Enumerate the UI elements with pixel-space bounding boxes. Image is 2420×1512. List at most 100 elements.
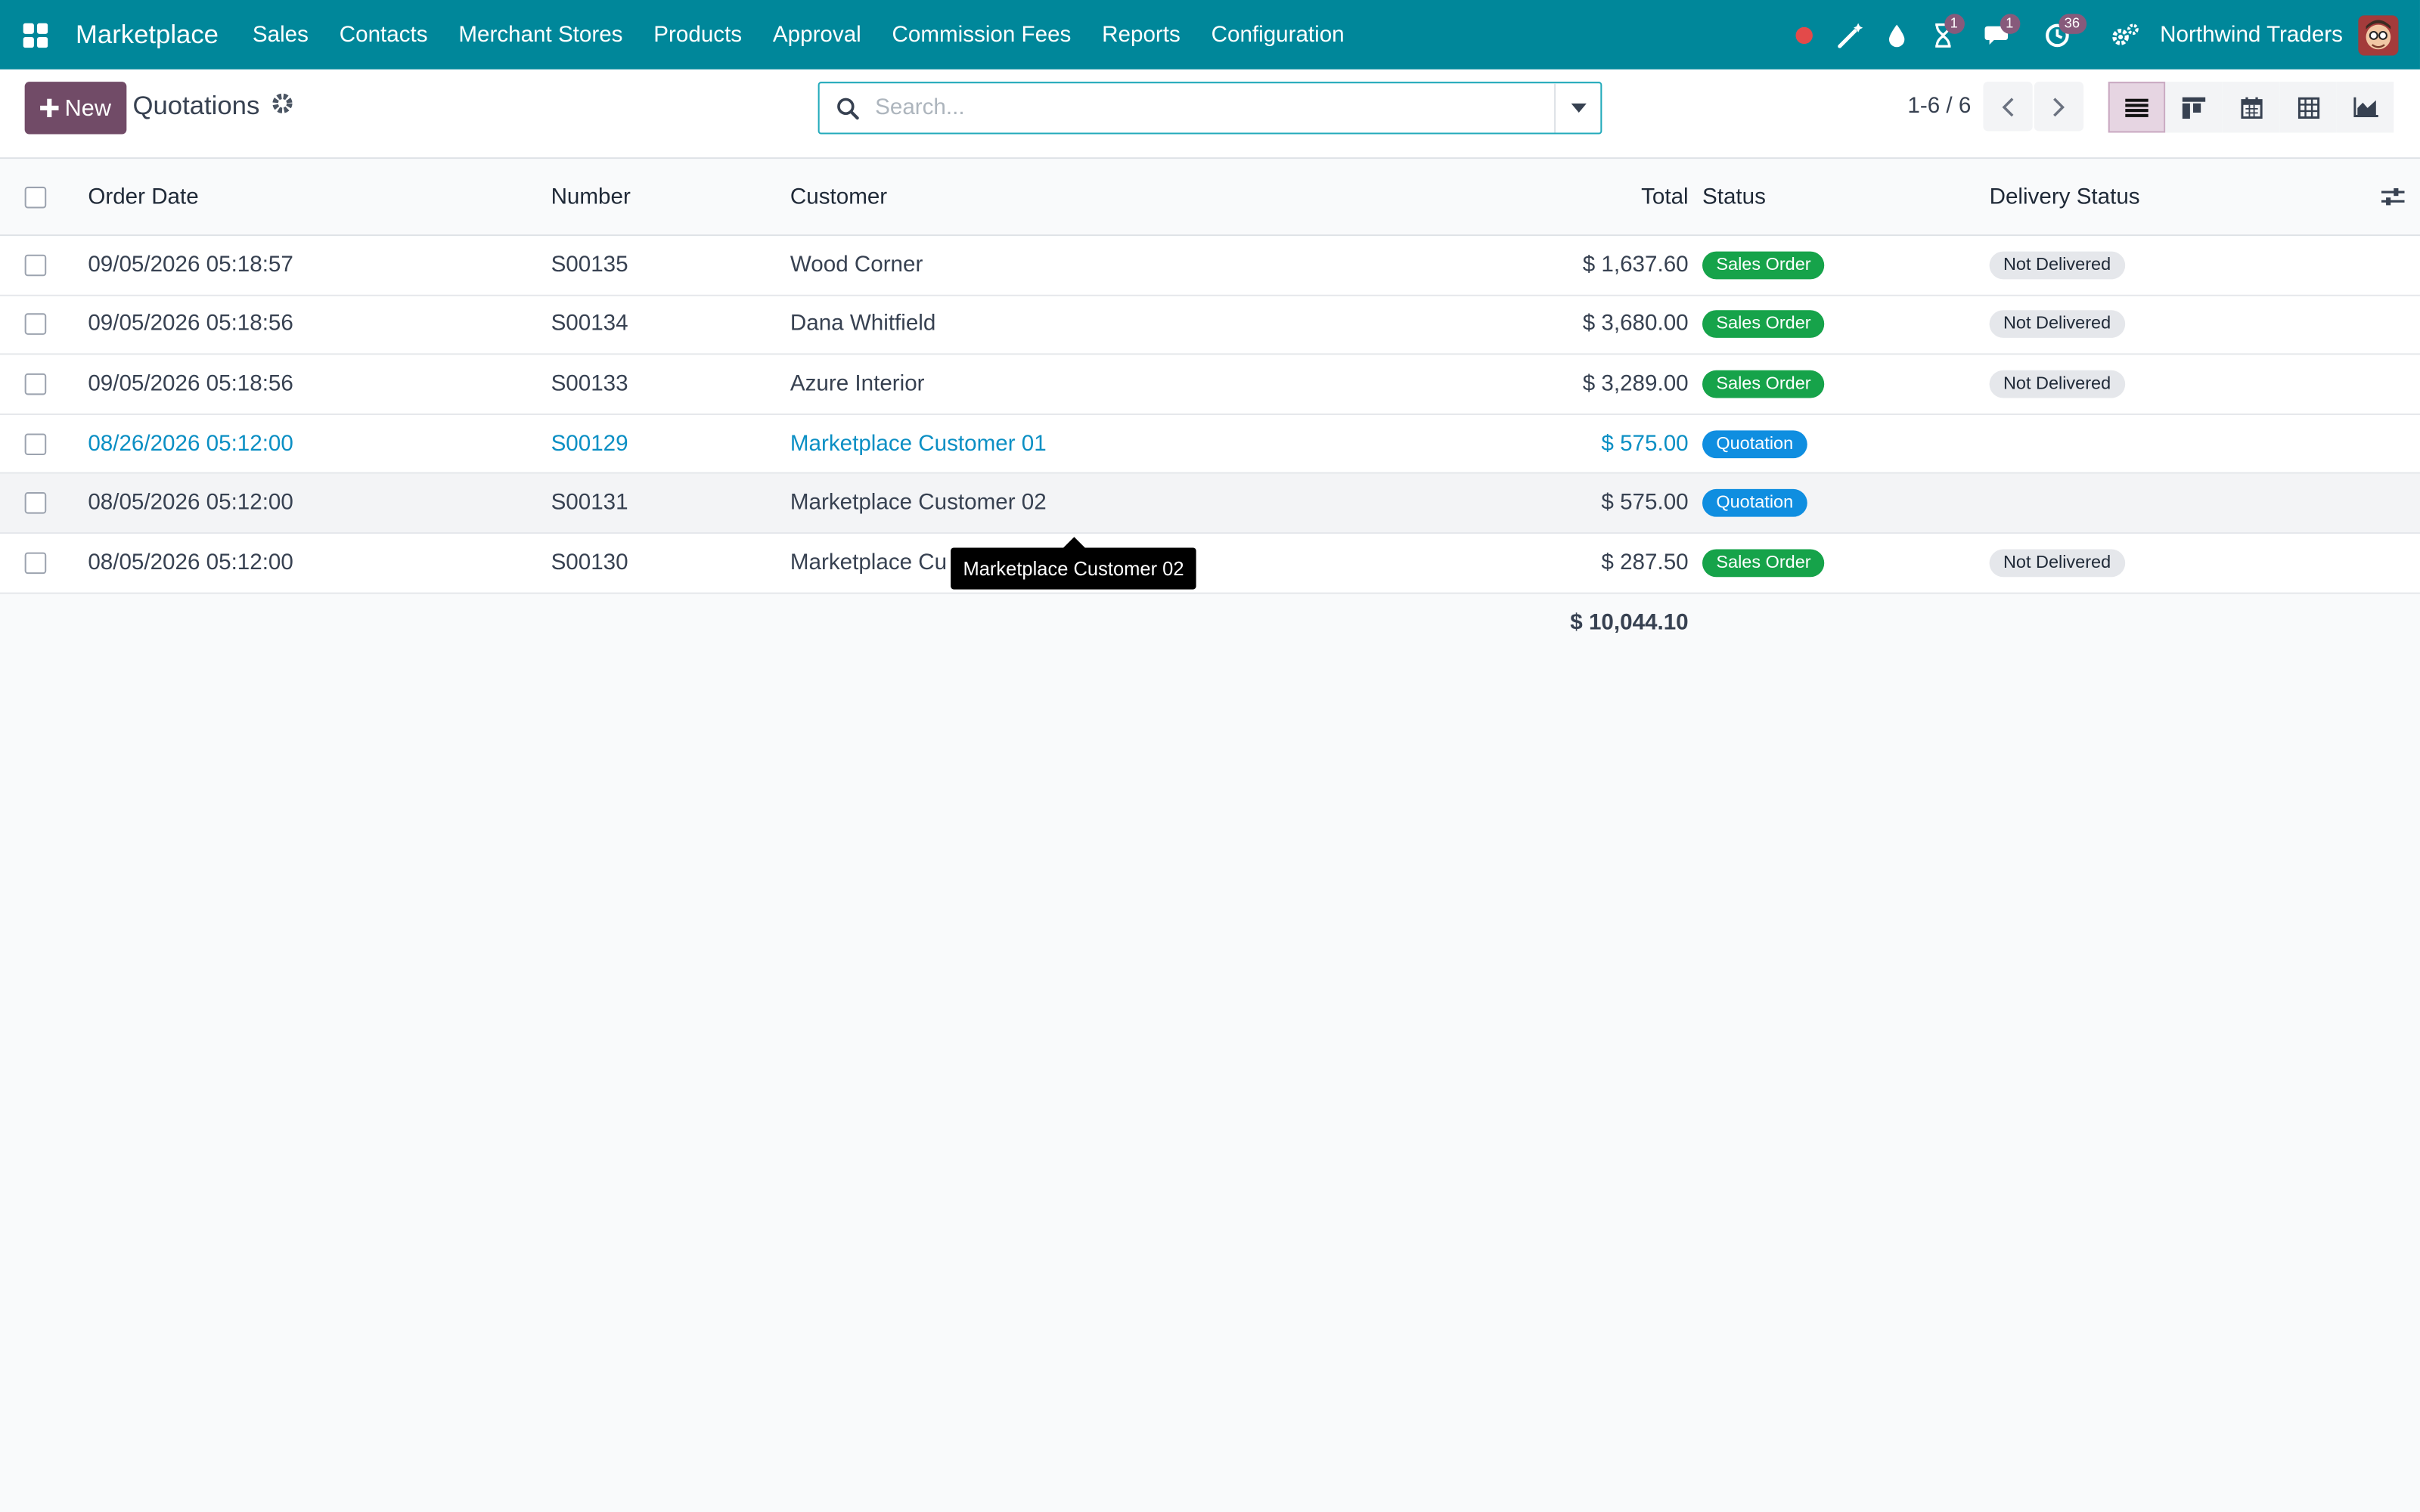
table-row[interactable]: 08/05/2026 05:12:00 S00131 Marketplace C…: [0, 474, 2420, 534]
area-chart-icon: [2353, 97, 2378, 117]
table-row[interactable]: 08/05/2026 05:12:00 S00130 Marketplace C…: [0, 534, 2420, 593]
total-cell: $ 1,637.60: [1582, 253, 1689, 277]
customer-cell: Wood Corner: [790, 253, 923, 277]
list-view-button[interactable]: [2108, 82, 2166, 133]
delivery-status-badge: Not Delivered: [1989, 251, 2125, 279]
top-navbar: Marketplace Sales Contacts Merchant Stor…: [0, 0, 2420, 70]
settings-gears-icon[interactable]: [2102, 0, 2148, 70]
customer-cell: Marketplace Customer 01: [790, 431, 1047, 457]
magic-wand-icon[interactable]: [1826, 0, 1872, 70]
order-date-cell: 09/05/2026 05:18:56: [88, 312, 293, 337]
delivery-status-cell: Not Delivered: [1989, 236, 2125, 294]
order-date-cell: 08/05/2026 05:12:00: [88, 550, 293, 575]
total-cell: $ 287.50: [1601, 550, 1689, 575]
order-date-cell: 09/05/2026 05:18:56: [88, 371, 293, 397]
status-badge: Sales Order: [1702, 251, 1825, 279]
timesheets-badge: 36: [2058, 14, 2086, 34]
quotations-list: Order Date Number Customer Total Status …: [0, 159, 2420, 652]
column-delivery-status[interactable]: Delivery Status: [1990, 159, 2140, 234]
pager-value[interactable]: 1-6 / 6: [1907, 94, 1971, 119]
user-avatar[interactable]: [2358, 14, 2399, 55]
menu-sales[interactable]: Sales: [237, 0, 324, 70]
record-icon[interactable]: [1780, 0, 1826, 70]
menu-merchant-stores[interactable]: Merchant Stores: [443, 0, 638, 70]
order-date-cell: 08/05/2026 05:12:00: [88, 491, 293, 516]
menu-configuration[interactable]: Configuration: [1196, 0, 1360, 70]
column-customer[interactable]: Customer: [790, 159, 887, 234]
status-badge-cell: Sales Order: [1702, 296, 1825, 354]
status-badge: Sales Order: [1702, 549, 1825, 577]
calendar-icon: [2240, 96, 2262, 119]
number-cell: S00131: [551, 491, 628, 516]
table-row[interactable]: 09/05/2026 05:18:57 S00135 Wood Corner $…: [0, 236, 2420, 296]
gear-icon[interactable]: [272, 91, 294, 122]
menu-reports[interactable]: Reports: [1087, 0, 1196, 70]
tooltip: Marketplace Customer 02: [951, 547, 1196, 590]
delivery-status-cell: Not Delivered: [1989, 534, 2125, 592]
menu-products[interactable]: Products: [638, 0, 758, 70]
number-cell: S00130: [551, 550, 628, 575]
delivery-status-cell: Not Delivered: [1989, 355, 2125, 414]
row-checkbox[interactable]: [24, 534, 47, 592]
menu-commission-fees[interactable]: Commission Fees: [876, 0, 1087, 70]
column-order-date[interactable]: Order Date: [88, 159, 198, 234]
drop-icon[interactable]: [1873, 0, 1919, 70]
customer-cell: Azure Interior: [790, 371, 925, 397]
app-brand[interactable]: Marketplace: [76, 20, 219, 51]
pager-next-button[interactable]: [2034, 82, 2084, 132]
pager-previous-button[interactable]: [1983, 82, 2033, 132]
delivery-status-cell: Not Delivered: [1989, 296, 2125, 354]
apps-menu-icon[interactable]: [0, 0, 70, 70]
calendar-view-button[interactable]: [2222, 82, 2280, 133]
systray: 1 1 36 Northwind Traders: [1780, 0, 2420, 70]
pivot-view-button[interactable]: [2279, 82, 2337, 133]
table-row[interactable]: 09/05/2026 05:18:56 S00133 Azure Interio…: [0, 355, 2420, 415]
status-badge: Sales Order: [1702, 370, 1825, 398]
row-checkbox[interactable]: [24, 355, 47, 414]
new-button[interactable]: New: [24, 82, 127, 135]
menu-contacts[interactable]: Contacts: [324, 0, 443, 70]
graph-view-button[interactable]: [2336, 82, 2394, 133]
number-cell: S00134: [551, 312, 628, 337]
delivery-status-badge: Not Delivered: [1989, 370, 2125, 398]
order-date-cell: 09/05/2026 05:18:57: [88, 253, 293, 277]
new-button-label: New: [64, 94, 111, 122]
column-status[interactable]: Status: [1702, 159, 1766, 234]
search-options-toggle[interactable]: [1554, 83, 1600, 133]
kanban-view-button[interactable]: [2165, 82, 2223, 133]
hourglass-icon[interactable]: 1: [1919, 0, 1965, 70]
column-total[interactable]: Total: [1389, 159, 1689, 234]
messages-icon[interactable]: 1: [1975, 0, 2021, 70]
kanban-icon: [2182, 96, 2206, 119]
table-row[interactable]: 09/05/2026 05:18:56 S00134 Dana Whitfiel…: [0, 296, 2420, 355]
menu-approval[interactable]: Approval: [758, 0, 877, 70]
status-badge-cell: Sales Order: [1702, 355, 1825, 414]
table-icon: [2297, 96, 2319, 119]
table-row[interactable]: 08/26/2026 05:12:00 S00129 Marketplace C…: [0, 414, 2420, 475]
select-all-checkbox[interactable]: [24, 159, 47, 234]
status-badge: Quotation: [1702, 429, 1807, 458]
row-checkbox[interactable]: [24, 415, 47, 473]
status-badge-cell: Quotation: [1702, 474, 1807, 532]
column-number[interactable]: Number: [551, 159, 631, 234]
customer-cell: Marketplace Customer 02: [790, 491, 1047, 516]
row-checkbox[interactable]: [24, 236, 47, 294]
number-cell: S00135: [551, 253, 628, 277]
list-header: Order Date Number Customer Total Status …: [0, 159, 2420, 237]
search-input[interactable]: [875, 95, 1555, 121]
grand-total: $ 10,044.10: [1570, 610, 1689, 635]
total-cell: $ 3,289.00: [1582, 371, 1689, 397]
number-cell: S00129: [551, 431, 628, 457]
plus-icon: [40, 98, 59, 118]
row-checkbox[interactable]: [24, 474, 47, 532]
clock-icon[interactable]: 36: [2034, 0, 2086, 70]
breadcrumb: Quotations: [133, 91, 294, 122]
customer-cell: Dana Whitfield: [790, 312, 936, 337]
optional-columns-sliders-icon[interactable]: [2381, 159, 2405, 234]
delivery-status-badge: Not Delivered: [1989, 310, 2125, 339]
chevron-right-icon: [2053, 97, 2065, 116]
company-name[interactable]: Northwind Traders: [2160, 23, 2343, 48]
number-cell: S00133: [551, 371, 628, 397]
row-checkbox[interactable]: [24, 296, 47, 354]
status-badge: Sales Order: [1702, 310, 1825, 339]
